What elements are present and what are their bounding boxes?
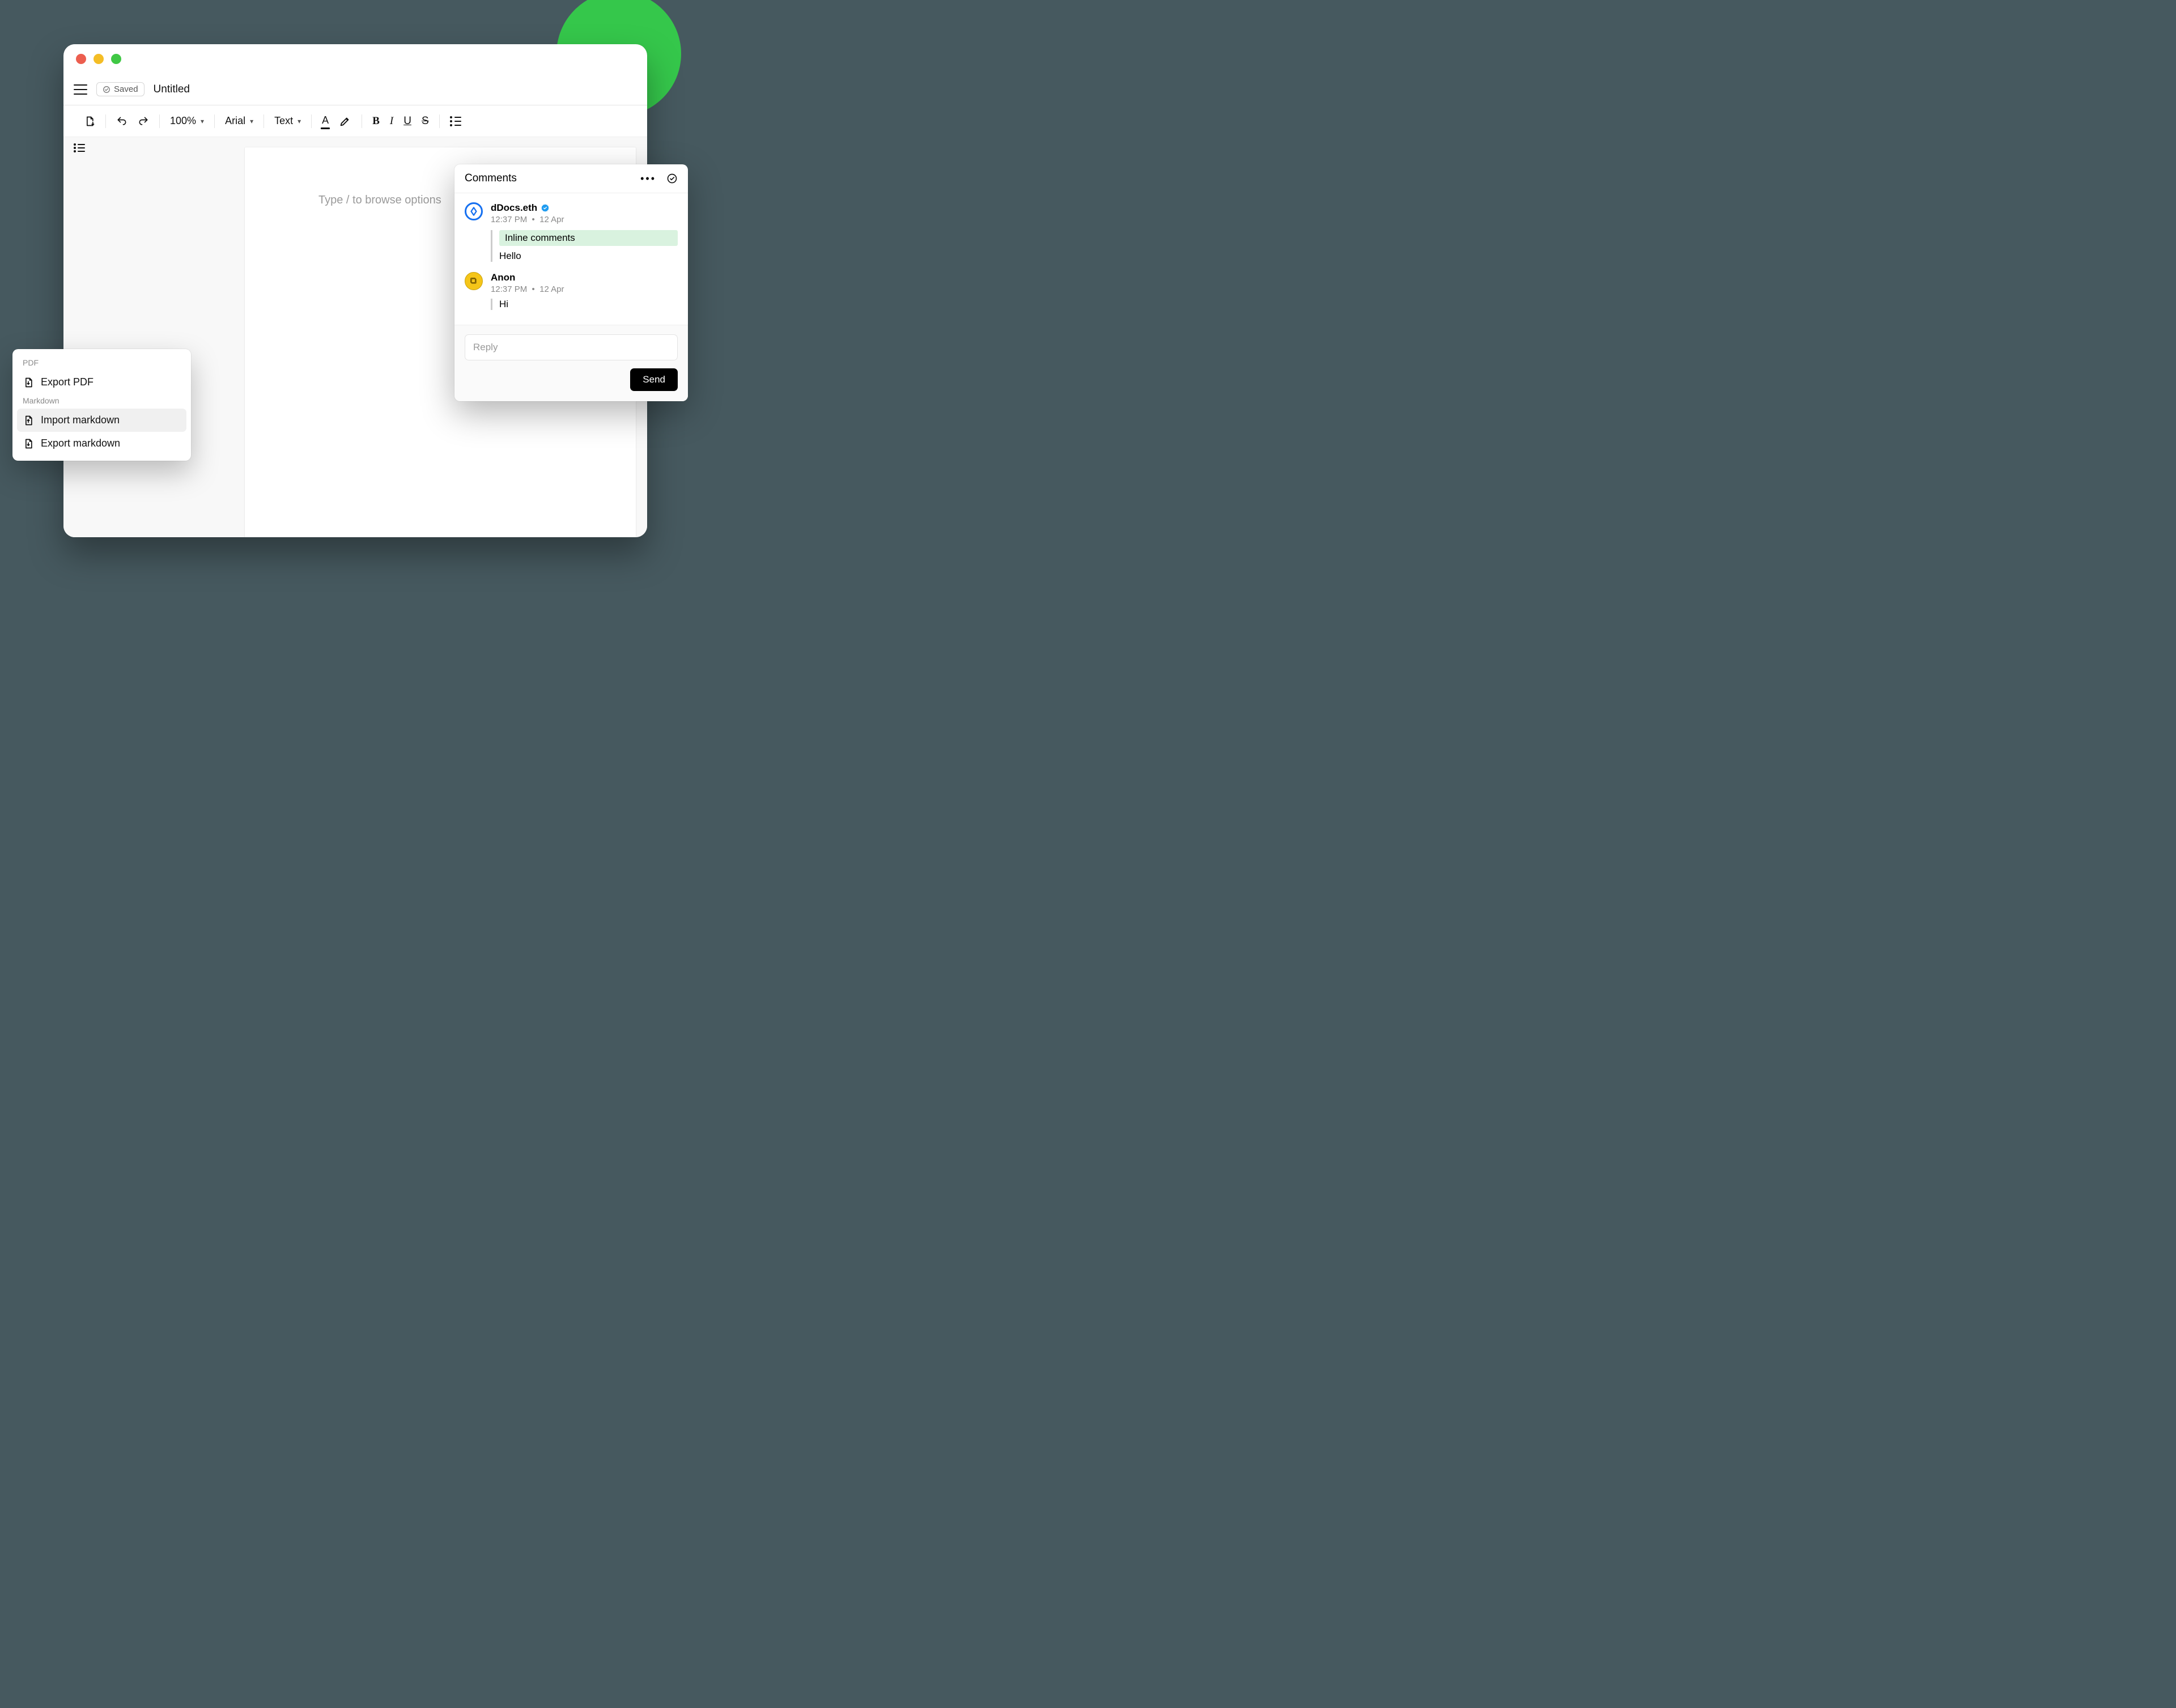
- comments-panel: Comments ••• dDocs.eth 12:37 PM • 12 Apr: [454, 164, 688, 401]
- export-markdown-item[interactable]: Export markdown: [17, 432, 186, 455]
- bold-button[interactable]: B: [372, 115, 380, 128]
- file-io-icon[interactable]: [84, 116, 95, 127]
- text-style-select[interactable]: Text ▾: [274, 115, 301, 127]
- window-minimize-button[interactable]: [94, 54, 104, 64]
- export-pdf-item[interactable]: Export PDF: [17, 371, 186, 394]
- document-title[interactable]: Untitled: [154, 83, 190, 96]
- file-export-icon: [23, 438, 34, 449]
- comments-footer: Send: [454, 325, 688, 401]
- chevron-down-icon: ▾: [298, 117, 301, 125]
- more-options-icon[interactable]: •••: [640, 173, 656, 185]
- avatar: [465, 272, 483, 290]
- resolve-icon[interactable]: [666, 173, 678, 184]
- titlebar: [63, 44, 647, 74]
- highlighter-icon: [339, 115, 351, 128]
- verified-badge-icon: [541, 203, 550, 213]
- saved-label: Saved: [114, 84, 138, 94]
- zoom-select[interactable]: 100% ▾: [170, 115, 204, 127]
- comment-user: Anon: [491, 272, 678, 283]
- avatar: [465, 202, 483, 220]
- highlight-button[interactable]: [339, 115, 351, 128]
- comment-item: dDocs.eth 12:37 PM • 12 Apr Inline comme…: [465, 202, 678, 262]
- strikethrough-button[interactable]: S: [422, 115, 429, 128]
- comment-text: Hello: [499, 250, 678, 262]
- menu-section-markdown: Markdown: [17, 394, 186, 409]
- comment-user: dDocs.eth: [491, 202, 678, 214]
- window-close-button[interactable]: [76, 54, 86, 64]
- menu-section-pdf: PDF: [17, 356, 186, 371]
- comment-text: Hi: [499, 299, 678, 310]
- menu-item-label: Export PDF: [41, 376, 94, 388]
- chevron-down-icon: ▾: [201, 117, 204, 125]
- underline-button[interactable]: U: [403, 115, 411, 128]
- comment-item: Anon 12:37 PM • 12 Apr Hi: [465, 272, 678, 310]
- outline-icon: [74, 144, 85, 152]
- zoom-value: 100%: [170, 115, 196, 127]
- hamburger-menu-icon[interactable]: [74, 84, 87, 95]
- send-button[interactable]: Send: [630, 368, 678, 391]
- comments-header: Comments •••: [454, 164, 688, 193]
- menu-item-label: Export markdown: [41, 437, 120, 449]
- file-export-icon: [23, 377, 34, 388]
- menu-item-label: Import markdown: [41, 414, 120, 426]
- header-bar: Saved Untitled: [63, 74, 647, 105]
- italic-button[interactable]: I: [390, 115, 393, 128]
- text-color-button[interactable]: A: [322, 114, 329, 128]
- bulleted-list-icon[interactable]: [450, 117, 461, 126]
- comment-timestamp: 12:37 PM • 12 Apr: [491, 215, 678, 224]
- comments-title: Comments: [465, 172, 517, 185]
- font-family-value: Arial: [225, 115, 245, 127]
- formatting-toolbar: 100% ▾ Arial ▾ Text ▾ A B: [63, 105, 647, 137]
- saved-status-badge: Saved: [96, 82, 144, 96]
- comment-username: dDocs.eth: [491, 202, 537, 214]
- file-import-icon: [23, 415, 34, 426]
- editor-placeholder: Type / to browse options: [318, 194, 441, 207]
- comment-username: Anon: [491, 272, 515, 283]
- redo-icon[interactable]: [138, 116, 149, 127]
- undo-icon[interactable]: [116, 116, 128, 127]
- comment-timestamp: 12:37 PM • 12 Apr: [491, 284, 678, 294]
- file-io-menu: PDF Export PDF Markdown Import markdown …: [12, 349, 191, 461]
- reply-input[interactable]: [465, 334, 678, 360]
- window-maximize-button[interactable]: [111, 54, 121, 64]
- font-family-select[interactable]: Arial ▾: [225, 115, 253, 127]
- comment-quoted-text: Inline comments: [499, 230, 678, 246]
- chevron-down-icon: ▾: [250, 117, 253, 125]
- import-markdown-item[interactable]: Import markdown: [17, 409, 186, 432]
- outline-toggle[interactable]: [74, 144, 85, 152]
- text-style-value: Text: [274, 115, 293, 127]
- check-circle-icon: [103, 86, 110, 94]
